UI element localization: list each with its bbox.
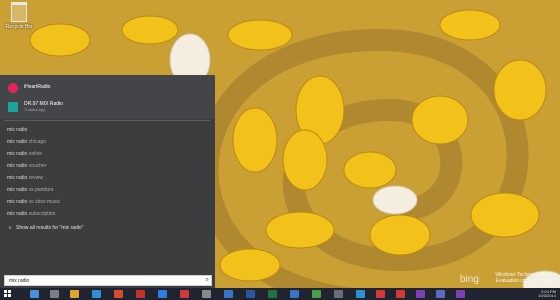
search-taskbar-icon[interactable] (30, 290, 39, 298)
app-taskbar-icon[interactable] (334, 290, 343, 298)
taskbar: 2:04 PM 10/3/2014 (0, 288, 560, 300)
search-box: ⌕ (4, 275, 212, 286)
iheartradio-icon (8, 83, 18, 93)
outlook-icon[interactable] (224, 290, 233, 298)
word-icon[interactable] (246, 290, 255, 298)
search-input[interactable] (5, 276, 203, 285)
recycle-bin-label: Recycle Bin (5, 24, 33, 30)
app-result-mix-radio[interactable]: DR.97 MIX Radio Trusted app (4, 99, 204, 115)
app-taskbar-icon[interactable] (356, 290, 365, 298)
file-explorer-icon[interactable] (70, 290, 79, 298)
app-result-name: iHeartRadio (24, 84, 51, 90)
app-taskbar-icon[interactable] (136, 290, 145, 298)
bing-logo: bing (460, 274, 479, 285)
suggestion-item[interactable]: mix radio vs xbox music (7, 199, 60, 205)
app-taskbar-icon[interactable] (416, 290, 425, 298)
build-watermark: Windows Technical Preview Evaluation cop… (495, 272, 557, 284)
search-icon: ⌕ (8, 225, 12, 231)
suggestion-item[interactable]: mix radio review (7, 175, 43, 181)
search-results-pane: iHeartRadio DR.97 MIX Radio Trusted app … (0, 75, 215, 288)
suggestion-item[interactable]: mix radio online (7, 151, 42, 157)
app-results: iHeartRadio DR.97 MIX Radio Trusted app (0, 75, 215, 119)
divider (4, 120, 210, 121)
radio-app-icon (8, 102, 18, 112)
app-taskbar-icon[interactable] (376, 290, 385, 298)
excel-icon[interactable] (268, 290, 277, 298)
store-icon[interactable] (92, 290, 101, 298)
suggestion-item[interactable]: mix radio chicago (7, 139, 46, 145)
app-taskbar-icon[interactable] (202, 290, 211, 298)
app-result-subtitle: Trusted app (24, 107, 46, 112)
app-taskbar-icon[interactable] (312, 290, 321, 298)
app-taskbar-icon[interactable] (180, 290, 189, 298)
app-taskbar-icon[interactable] (290, 290, 299, 298)
recycle-bin-icon (11, 2, 27, 22)
task-view-icon[interactable] (50, 290, 59, 298)
app-taskbar-icon[interactable] (396, 290, 405, 298)
app-taskbar-icon[interactable] (114, 290, 123, 298)
suggestion-item[interactable]: mix radio voucher (7, 163, 46, 169)
search-icon[interactable]: ⌕ (206, 277, 209, 284)
app-result-iheartradio[interactable]: iHeartRadio (4, 80, 204, 96)
suggestion-item[interactable]: mix radio vs pandora (7, 187, 53, 193)
app-taskbar-icon[interactable] (436, 290, 445, 298)
clock[interactable]: 2:04 PM 10/3/2014 (538, 290, 556, 298)
start-button[interactable] (4, 290, 12, 298)
suggestion-item[interactable]: mix radio subscription (7, 211, 55, 217)
app-taskbar-icon[interactable] (456, 290, 465, 298)
recycle-bin[interactable]: Recycle Bin (2, 2, 36, 30)
app-taskbar-icon[interactable] (158, 290, 167, 298)
suggestion-item[interactable]: mix radio (7, 127, 27, 133)
show-all-results-link[interactable]: ⌕ Show all results for "mix radio" (7, 225, 84, 231)
